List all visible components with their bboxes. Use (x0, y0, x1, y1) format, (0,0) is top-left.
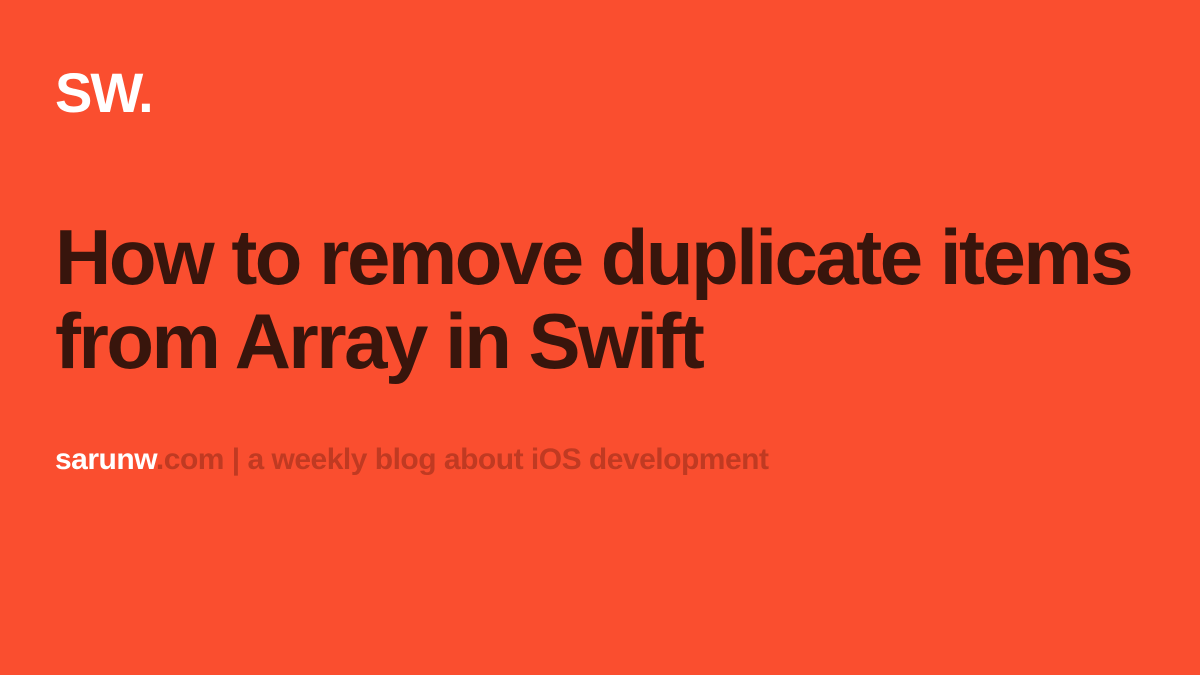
footer-domain: sarunw (55, 443, 156, 476)
site-logo: SW. (55, 60, 1145, 125)
footer-description: .com | a weekly blog about iOS developme… (156, 443, 769, 476)
footer-tagline: sarunw.com | a weekly blog about iOS dev… (55, 443, 1145, 477)
article-title: How to remove duplicate items from Array… (55, 215, 1135, 383)
